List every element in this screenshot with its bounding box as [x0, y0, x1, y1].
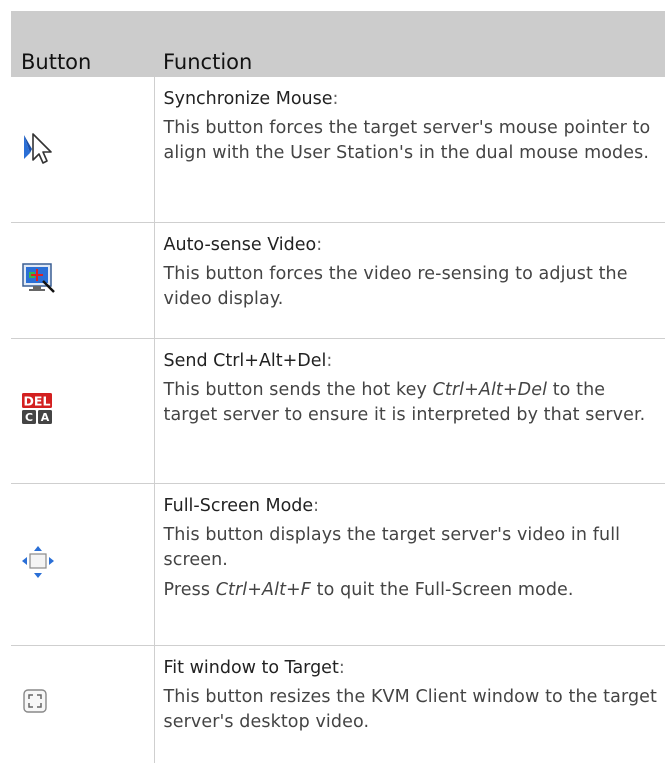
full-screen-mode-icon[interactable]	[21, 545, 55, 579]
function-cell: Fit window to Target: This button resize…	[154, 645, 665, 763]
table-row: DEL C A Send Ctrl+Alt+Del: This button s…	[11, 338, 665, 484]
function-description: This button forces the target server's m…	[163, 118, 651, 163]
svg-text:DEL: DEL	[24, 393, 51, 408]
function-name: Auto-sense Video:	[163, 234, 323, 255]
function-cell: Full-Screen Mode: This button displays t…	[154, 483, 665, 646]
icon-cell	[11, 483, 155, 646]
function-name: Send Ctrl+Alt+Del:	[163, 350, 333, 371]
fit-window-to-target-icon[interactable]	[21, 687, 51, 717]
button-function-table: Button Function Synchronize Mouse: This …	[11, 11, 665, 763]
icon-cell	[11, 645, 155, 763]
function-cell: Synchronize Mouse: This button forces th…	[154, 77, 665, 223]
send-ctrl-alt-del-icon[interactable]: DEL C A	[21, 392, 55, 426]
function-note: Press Ctrl+Alt+F to quit the Full-Screen…	[163, 579, 574, 600]
function-name: Full-Screen Mode:	[163, 495, 320, 516]
table-row: Fit window to Target: This button resize…	[11, 645, 665, 763]
table-row: Full-Screen Mode: This button displays t…	[11, 483, 665, 646]
header-function: Function	[154, 11, 665, 77]
function-description: This button forces the video re-sensing …	[163, 263, 628, 309]
function-description: This button sends the hot key Ctrl+Alt+D…	[163, 379, 646, 425]
table-header-row: Button Function	[11, 11, 665, 77]
function-name: Fit window to Target:	[163, 657, 345, 678]
function-cell: Auto-sense Video: This button forces the…	[154, 222, 665, 339]
svg-text:A: A	[41, 411, 50, 424]
button-function-table-page: Button Function Synchronize Mouse: This …	[11, 11, 665, 763]
icon-cell	[11, 222, 155, 339]
header-button: Button	[11, 11, 154, 77]
function-description: This button displays the target server's…	[163, 524, 621, 570]
function-description: This button resizes the KVM Client windo…	[163, 686, 657, 732]
icon-cell	[11, 77, 155, 223]
icon-cell: DEL C A	[11, 338, 155, 484]
svg-text:C: C	[25, 411, 33, 424]
function-cell: Send Ctrl+Alt+Del: This button sends the…	[154, 338, 665, 484]
table-row: Synchronize Mouse: This button forces th…	[11, 77, 665, 223]
auto-sense-video-icon[interactable]	[21, 261, 57, 295]
function-name: Synchronize Mouse:	[163, 89, 339, 109]
table-row: Auto-sense Video: This button forces the…	[11, 222, 665, 339]
synchronize-mouse-icon[interactable]	[21, 129, 55, 165]
